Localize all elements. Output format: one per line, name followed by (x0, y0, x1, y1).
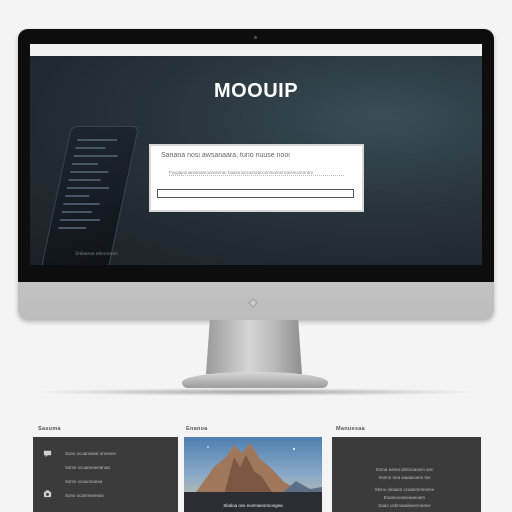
phone-line (68, 179, 101, 181)
thumbnail-text-line: Saao usbmaadeaecneane (378, 503, 431, 508)
dialog-text-input[interactable] (157, 189, 354, 198)
brand-logo-text: MOOUIP (213, 80, 299, 102)
stand-shadow (30, 388, 482, 396)
thumbnail-text-line: Ssms ocauonaeaa (65, 479, 103, 484)
dialog-title: Sanana nosi awsanaara, tuno nuuse nooi (161, 152, 290, 159)
thumbnail-card-2[interactable]: Skaloa oss eunmaeonnosgea (184, 437, 322, 512)
phone-line (58, 227, 87, 229)
thumbnail-label: Sasuma (38, 426, 61, 432)
browser-address-bar[interactable] (30, 44, 482, 56)
phone-line (73, 155, 118, 157)
thumbnail-text-line: Sono ocammeenas (65, 493, 104, 498)
phone-line (66, 187, 110, 189)
thumbnail-label: Enanoa (186, 426, 208, 432)
monitor-stand (206, 320, 302, 374)
phone-line (76, 139, 118, 141)
thumbnail-card-3[interactable]: Snma eama dmtnoaonm anc Ssnnn mra waaaso… (332, 437, 481, 512)
chat-icon (43, 450, 52, 458)
desktop-monitor: MOOUIP Snkaesa ekerosres Sanana nosi aws… (18, 29, 494, 320)
signup-dialog: Sanana nosi awsanaara, tuno nuuse nooi F… (149, 144, 364, 212)
ground-band (184, 492, 322, 512)
phone-line (65, 195, 90, 197)
dialog-subtitle: Fyygapunamanaeroononmer baatonoocainaacc… (169, 170, 344, 176)
phone-line (61, 211, 93, 213)
thumbnail-text-line: Ssnnn mra waaasoem tse (378, 475, 431, 480)
camera-dot (254, 36, 257, 39)
thumbnail-text-line: Ssms ocuaeeaeeanaa (65, 465, 110, 470)
phone-line (63, 203, 100, 205)
phone-line (70, 171, 109, 173)
phone-line (71, 163, 99, 165)
camera-icon (43, 490, 52, 498)
thumbnail-card-1[interactable]: Sons ocuamaeai nmnees Ssms ocuaeeaeeanaa… (33, 437, 178, 512)
thumbnail-text-line: Snma eama dmtnoaonm anc (375, 467, 434, 472)
phone-line (59, 219, 101, 221)
thumbnail-text-line: Skmo oinaam ccaanmmneme (374, 487, 435, 492)
brand-logo-icon (248, 298, 258, 308)
thumbnail-caption: Skaloa oss eunmaeonnosgea (223, 503, 283, 508)
thumbnail-label: Manuesaa (336, 426, 365, 432)
phone-line (75, 147, 106, 149)
monitor-bezel: MOOUIP Snkaesa ekerosres Sanana nosi aws… (18, 29, 494, 282)
phone-caption: Snkaesa ekerosres (74, 251, 119, 257)
thumbnail-text-line: Sons ocuamaeai nmnees (65, 451, 116, 456)
monitor-stand-base (182, 372, 328, 388)
monitor-screen: MOOUIP Snkaesa ekerosres Sanana nosi aws… (30, 56, 482, 265)
thumbnail-text-line: Esaneoeaseaaeuam (383, 495, 426, 500)
phone-mockup: Snkaesa ekerosres (40, 126, 140, 265)
